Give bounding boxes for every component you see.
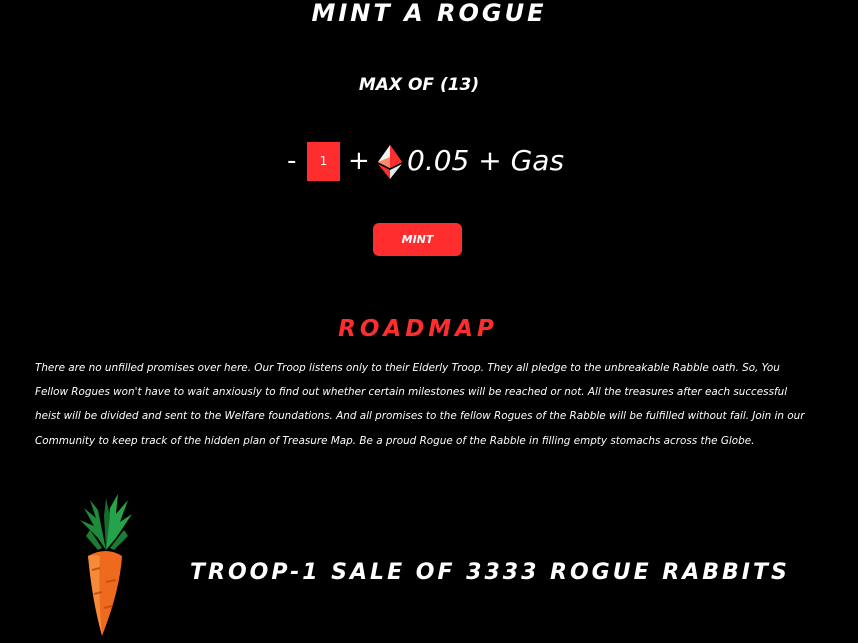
increase-quantity-button[interactable]: + (348, 144, 370, 178)
mint-title: MINT A ROGUE (311, 0, 547, 27)
mint-button[interactable]: MINT (373, 223, 462, 256)
ethereum-icon (378, 145, 402, 179)
mint-price: 0.05 + Gas (407, 144, 565, 177)
max-mint-label: MAX OF (13) (358, 75, 480, 95)
roadmap-title: ROADMAP (338, 316, 498, 342)
quantity-selector: - 1 + 0.05 + Gas (0, 142, 858, 182)
decrease-quantity-button[interactable]: - (287, 144, 296, 178)
carrot-icon (80, 494, 132, 636)
roadmap-description: There are no unfilled promises over here… (35, 362, 805, 447)
quantity-value[interactable]: 1 (307, 142, 340, 181)
sale-title: TROOP-1 SALE OF 3333 ROGUE RABBITS (190, 560, 790, 585)
